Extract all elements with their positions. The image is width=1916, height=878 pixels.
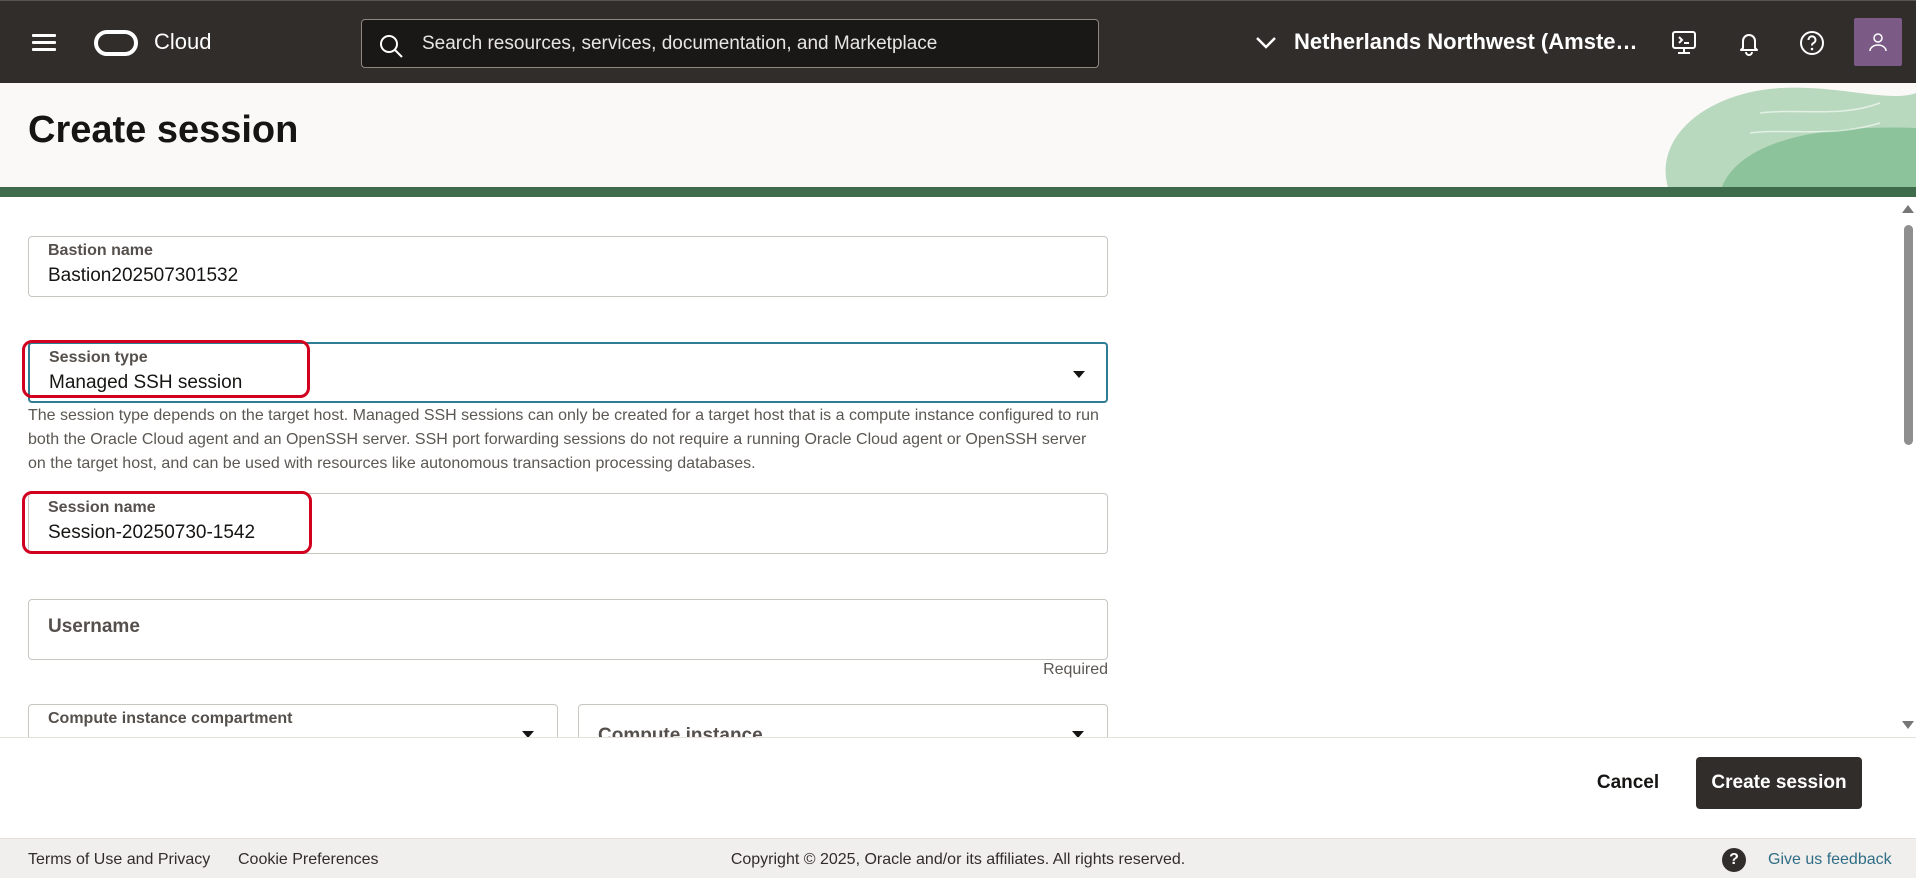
feedback-help-icon[interactable]: ? xyxy=(1722,848,1746,872)
page-header: Create session xyxy=(0,83,1916,197)
cookie-preferences-link[interactable]: Cookie Preferences xyxy=(238,851,379,869)
terms-link[interactable]: Terms of Use and Privacy xyxy=(28,851,210,869)
create-session-form: Bastion name Bastion202507301532 Session… xyxy=(0,197,1916,737)
session-name-input[interactable]: Session name Session-20250730-1542 xyxy=(28,493,1108,554)
chevron-down-icon xyxy=(1256,37,1276,49)
help-icon[interactable] xyxy=(1798,29,1826,57)
user-icon xyxy=(1869,33,1887,52)
cancel-button[interactable]: Cancel xyxy=(1574,757,1682,809)
search-icon xyxy=(380,35,403,58)
caret-down-icon[interactable] xyxy=(1073,371,1085,378)
decorative-banner-art xyxy=(1665,87,1916,193)
bell-icon[interactable] xyxy=(1735,29,1763,57)
session-type-value: Managed SSH session xyxy=(49,372,243,393)
search-input[interactable] xyxy=(422,20,1082,67)
search-bar[interactable] xyxy=(361,19,1099,68)
region-name: Netherlands Northwest (Amste… xyxy=(1294,29,1638,54)
page-footer: Copyright © 2025, Oracle and/or its affi… xyxy=(0,838,1916,878)
session-name-value[interactable]: Session-20250730-1542 xyxy=(48,522,255,544)
session-type-help-text: The session type depends on the target h… xyxy=(28,407,1099,472)
bastion-name-value: Bastion202507301532 xyxy=(48,265,239,286)
compute-instance-placeholder: Compute instance xyxy=(598,725,763,737)
session-type-select[interactable]: Session type Managed SSH session xyxy=(28,342,1108,403)
session-name-label: Session name xyxy=(48,499,156,516)
scroll-down-arrow-icon[interactable] xyxy=(1902,721,1914,729)
vertical-scrollbar[interactable] xyxy=(1900,197,1916,737)
scroll-up-arrow-icon[interactable] xyxy=(1902,205,1914,213)
hamburger-menu-icon[interactable] xyxy=(30,31,58,53)
session-type-label: Session type xyxy=(49,349,148,366)
compute-instance-compartment-select[interactable]: Compute instance compartment xyxy=(28,704,558,737)
cloud-shell-icon[interactable] xyxy=(1670,29,1698,57)
username-placeholder: Username xyxy=(48,616,140,637)
region-selector[interactable]: Netherlands Northwest (Amste… xyxy=(1254,29,1638,59)
username-required-hint: Required xyxy=(1043,661,1108,678)
username-input[interactable]: Username xyxy=(28,599,1108,660)
decorative-banner-strip xyxy=(0,187,1916,197)
bastion-name-field: Bastion name Bastion202507301532 xyxy=(28,236,1108,297)
create-session-button[interactable]: Create session xyxy=(1696,757,1862,809)
page-title: Create session xyxy=(28,109,299,151)
bastion-name-label: Bastion name xyxy=(48,242,153,259)
top-navigation-bar: Cloud Netherlands Northwest (Amste… xyxy=(0,0,1916,83)
give-feedback-link[interactable]: Give us feedback xyxy=(1768,851,1892,869)
user-avatar[interactable] xyxy=(1854,18,1902,66)
brand-name[interactable]: Cloud xyxy=(154,29,211,55)
compute-instance-select[interactable]: Compute instance xyxy=(578,704,1108,737)
oracle-logo-icon[interactable] xyxy=(94,30,138,56)
form-action-bar: Cancel Create session xyxy=(0,737,1916,838)
scrollbar-thumb[interactable] xyxy=(1904,225,1913,445)
compute-compartment-label: Compute instance compartment xyxy=(48,710,293,727)
